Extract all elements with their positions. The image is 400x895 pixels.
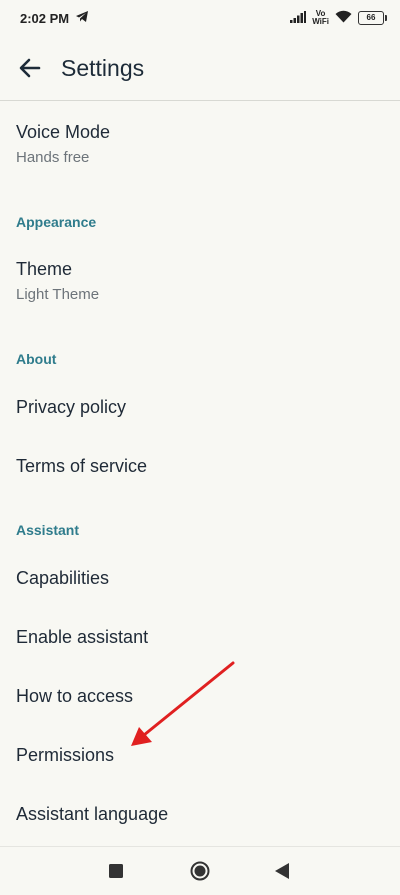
status-time: 2:02 PM [20, 10, 70, 26]
square-icon [109, 864, 123, 878]
voice-mode-item[interactable]: Voice Mode Hands free [16, 121, 384, 166]
privacy-policy-title: Privacy policy [16, 397, 127, 417]
recents-button[interactable] [96, 851, 136, 891]
section-header-assistant: Assistant [16, 522, 80, 538]
status-bar: 2:02 PM Vo WiFi 66 [0, 0, 400, 36]
enable-assistant-title: Enable assistant [16, 627, 149, 647]
assistant-language-item[interactable]: Assistant language [16, 803, 384, 825]
battery-level: 66 [366, 13, 376, 22]
navigation-bar [0, 846, 400, 895]
voice-mode-value: Hands free [16, 149, 90, 166]
signal-icon [290, 10, 307, 26]
status-right: Vo WiFi 66 [290, 10, 387, 26]
back-nav-button[interactable] [262, 851, 302, 891]
privacy-policy-item[interactable]: Privacy policy [16, 396, 384, 418]
permissions-item[interactable]: Permissions [16, 744, 384, 766]
how-to-access-title: How to access [16, 686, 134, 706]
battery-icon: 66 [358, 11, 387, 25]
wifi-icon [335, 10, 352, 26]
enable-assistant-item[interactable]: Enable assistant [16, 626, 384, 648]
assistant-language-title: Assistant language [16, 804, 169, 824]
telegram-icon [75, 10, 89, 26]
triangle-left-icon [275, 863, 289, 879]
app-header: Settings [0, 36, 400, 101]
section-header-appearance: Appearance [16, 214, 97, 230]
terms-of-service-title: Terms of service [16, 456, 148, 476]
capabilities-item[interactable]: Capabilities [16, 567, 384, 589]
theme-title: Theme [16, 259, 73, 279]
vowifi-indicator: Vo WiFi [312, 10, 329, 26]
circle-icon [190, 861, 210, 881]
status-left: 2:02 PM [20, 10, 89, 26]
home-button[interactable] [180, 851, 220, 891]
voice-mode-title: Voice Mode [16, 122, 111, 142]
page-title: Settings [61, 54, 145, 81]
arrow-left-icon [19, 58, 41, 78]
terms-of-service-item[interactable]: Terms of service [16, 455, 384, 477]
section-header-about: About [16, 351, 57, 367]
capabilities-title: Capabilities [16, 568, 110, 588]
permissions-title: Permissions [16, 745, 115, 765]
back-button[interactable] [6, 44, 54, 92]
theme-item[interactable]: Theme Light Theme [16, 258, 384, 303]
theme-value: Light Theme [16, 286, 100, 303]
vowifi-bottom: WiFi [312, 17, 329, 26]
how-to-access-item[interactable]: How to access [16, 685, 384, 707]
